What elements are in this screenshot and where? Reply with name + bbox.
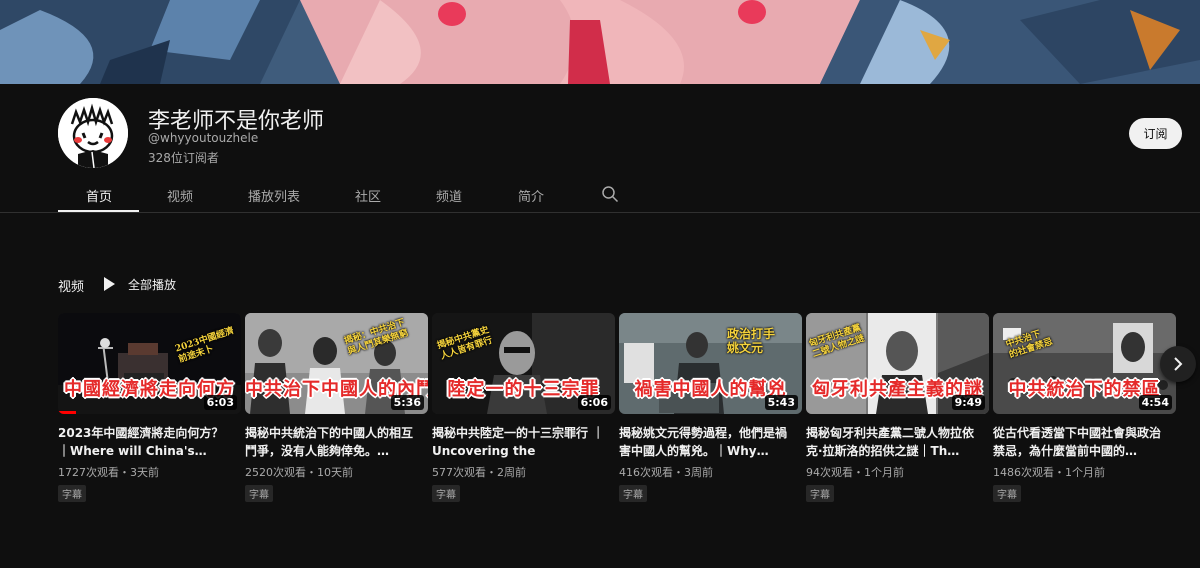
channel-handle: @whyyoutouzhele [148,131,259,145]
subtitle-badge: 字幕 [432,485,460,502]
video-meta: 94次观看・1个月前 [806,466,904,479]
subtitle-badge: 字幕 [245,485,273,502]
video-duration: 9:49 [951,395,985,410]
video-duration: 5:43 [764,395,798,410]
tab-videos[interactable]: 视频 [167,186,193,205]
tab-channels[interactable]: 频道 [436,186,462,205]
video-thumbnail[interactable]: 政治打手 姚文元 禍害中國人的幫兇 5:43 [619,313,802,414]
chevron-right-icon [1174,357,1183,371]
tab-home[interactable]: 首页 [86,186,112,205]
channel-banner [0,0,1200,84]
video-title[interactable]: 從古代看透當下中國社會與政治禁忌，為什麼當前中國的… [993,424,1176,460]
video-card[interactable]: 揭秘：中共治下 與人鬥其樂無窮 中共治下中國人的內鬥 5:36 揭秘中共統治下的中… [245,313,428,502]
video-title[interactable]: 揭秘中共統治下的中國人的相互鬥爭，没有人能夠倖免。… [245,424,428,460]
shelf-next-button[interactable] [1160,346,1196,382]
video-thumbnail[interactable]: 2023中國經濟 前途未卜 中國經濟將走向何方 6:03 [58,313,241,414]
video-thumbnail[interactable]: 中共治下 的社會禁忌 中共統治下的禁區 4:54 [993,313,1176,414]
video-meta: 1727次观看・3天前 [58,466,159,479]
play-all-label: 全部播放 [128,277,177,292]
channel-tabs: 首页 视频 播放列表 社区 频道 简介 [0,176,1200,213]
video-card[interactable]: 揭秘中共黨史 人人皆有罪行 陸定一的十三宗罪 6:06 揭秘中共陸定一的十三宗罪行… [432,313,615,502]
video-title[interactable]: 2023年中國經濟將走向何方？｜Where will China's… [58,424,241,460]
video-card[interactable]: 政治打手 姚文元 禍害中國人的幫兇 5:43 揭秘姚文元得勢過程，他們是禍害中國人… [619,313,802,502]
tab-playlists[interactable]: 播放列表 [248,186,300,205]
play-all-button[interactable]: 全部播放 [104,274,176,294]
video-title[interactable]: 揭秘姚文元得勢過程，他們是禍害中國人的幫兇。｜Why… [619,424,802,460]
video-duration: 6:03 [203,395,237,410]
subtitle-badge: 字幕 [58,485,86,502]
video-thumbnail[interactable]: 揭秘中共黨史 人人皆有罪行 陸定一的十三宗罪 6:06 [432,313,615,414]
video-card[interactable]: 中共治下 的社會禁忌 中共統治下的禁區 4:54 從古代看透當下中國社會與政治禁忌… [993,313,1176,502]
tab-about[interactable]: 简介 [518,186,544,205]
subscribe-button[interactable]: 订阅 [1129,118,1182,149]
video-meta: 1486次观看・1个月前 [993,466,1105,479]
video-duration: 5:36 [390,395,424,410]
subtitle-badge: 字幕 [993,485,1021,502]
section-title: 视频 [58,280,85,295]
channel-avatar[interactable] [58,98,128,168]
subscriber-count: 328位订阅者 [148,151,219,165]
search-icon[interactable] [601,185,619,203]
video-meta: 2520次观看・10天前 [245,466,353,479]
video-title[interactable]: 揭秘匈牙利共產黨二號人物拉依克·拉斯洛的招供之謎｜Th… [806,424,989,460]
subtitle-badge: 字幕 [619,485,647,502]
active-tab-indicator [58,210,139,212]
video-title[interactable]: 揭秘中共陸定一的十三宗罪行 ｜ Uncovering the Thirteen… [432,424,615,460]
video-thumbnail[interactable]: 揭秘：中共治下 與人鬥其樂無窮 中共治下中國人的內鬥 5:36 [245,313,428,414]
video-card[interactable]: 2023中國經濟 前途未卜 中國經濟將走向何方 6:03 2023年中國經濟將走向… [58,313,241,502]
video-duration: 6:06 [577,395,611,410]
subtitle-badge: 字幕 [806,485,834,502]
video-meta: 577次观看・2周前 [432,466,526,479]
tab-community[interactable]: 社区 [355,186,381,205]
play-icon [104,277,115,291]
thumbnail-overlay-text: 政治打手 姚文元 [727,327,776,355]
watch-progress-bar [58,411,77,414]
video-duration: 4:54 [1138,395,1172,410]
video-thumbnail[interactable]: 匈牙利共產黨 二號人物之謎 匈牙利共產主義的謎 9:49 [806,313,989,414]
video-card[interactable]: 匈牙利共產黨 二號人物之謎 匈牙利共產主義的謎 9:49 揭秘匈牙利共產黨二號人物… [806,313,989,502]
video-meta: 416次观看・3周前 [619,466,713,479]
